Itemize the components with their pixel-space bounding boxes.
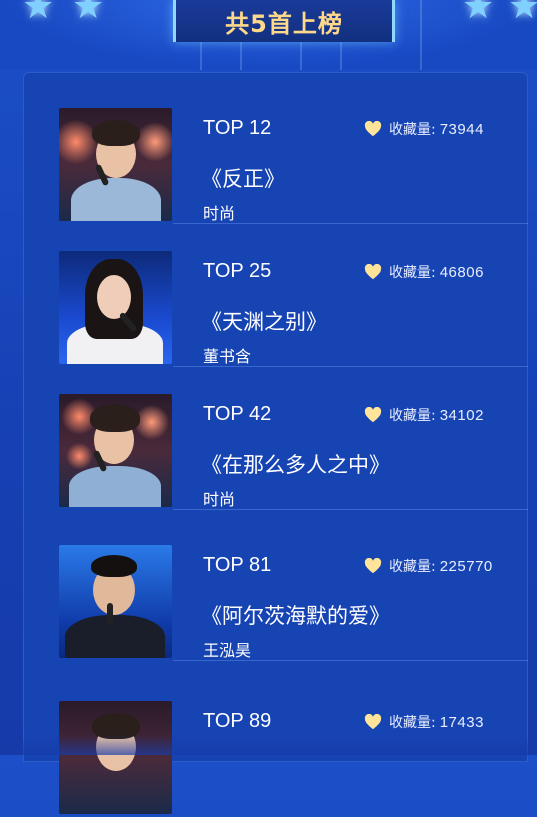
list-item[interactable]: TOP 25 收藏量: 46806 《天渊之别》 董书含 xyxy=(23,215,528,367)
favorites-count: 34102 xyxy=(439,406,484,424)
heart-icon xyxy=(364,121,382,137)
favorites-label: 收藏量: xyxy=(389,715,436,731)
favorites-count: 46806 xyxy=(439,263,484,281)
singer-photo xyxy=(59,545,172,658)
star-icon: ★ xyxy=(462,0,495,27)
singer-photo xyxy=(59,701,172,814)
heart-icon xyxy=(364,714,382,730)
favorites: 收藏量: 34102 xyxy=(364,405,484,425)
page-title: 共5首上榜 xyxy=(225,9,343,38)
rank-label: TOP 12 xyxy=(203,117,272,139)
singer-photo xyxy=(59,394,172,507)
song-title[interactable]: 《阿尔茨海默的爱》 xyxy=(201,600,390,630)
title-banner: 共5首上榜 xyxy=(173,0,395,42)
heart-icon xyxy=(364,558,382,574)
heart-icon xyxy=(364,407,382,423)
favorites-label: 收藏量: xyxy=(389,122,436,138)
bottom-fade xyxy=(0,735,537,755)
heart-icon xyxy=(364,264,382,280)
star-icon: ★ xyxy=(508,0,537,27)
song-title[interactable]: 《在那么多人之中》 xyxy=(201,449,390,479)
favorites-label: 收藏量: xyxy=(389,408,436,424)
ranking-list: TOP 12 收藏量: 73944 《反正》 时尚 TOP 25 收藏量: 46… xyxy=(23,72,528,814)
favorites-count: 17433 xyxy=(439,713,484,731)
header-background: ★ ★ ★ ★ 共5首上榜 xyxy=(0,0,537,70)
singer-name: 王泓昊 xyxy=(203,641,252,660)
song-title[interactable]: 《反正》 xyxy=(201,163,285,193)
rank-label: TOP 42 xyxy=(203,403,272,425)
list-item[interactable]: TOP 12 收藏量: 73944 《反正》 时尚 xyxy=(23,72,528,224)
singer-name: 时尚 xyxy=(203,490,236,509)
favorites: 收藏量: 225770 xyxy=(364,556,493,576)
divider xyxy=(173,660,528,661)
favorites: 收藏量: 73944 xyxy=(364,119,484,139)
favorites: 收藏量: 46806 xyxy=(364,262,484,282)
list-item[interactable]: TOP 42 收藏量: 34102 《在那么多人之中》 时尚 xyxy=(23,358,528,510)
favorites-label: 收藏量: xyxy=(389,265,436,281)
list-item[interactable]: TOP 81 收藏量: 225770 《阿尔茨海默的爱》 王泓昊 xyxy=(23,509,528,661)
favorites-count: 73944 xyxy=(439,120,484,138)
singer-photo xyxy=(59,108,172,221)
rank-label: TOP 89 xyxy=(203,710,272,732)
song-title[interactable]: 《天渊之别》 xyxy=(201,306,327,336)
singer-photo xyxy=(59,251,172,364)
light-ray xyxy=(420,0,422,70)
favorites-count: 225770 xyxy=(439,557,493,575)
rank-label: TOP 81 xyxy=(203,554,272,576)
star-icon: ★ xyxy=(22,0,55,27)
star-icon: ★ xyxy=(72,0,105,27)
rank-label: TOP 25 xyxy=(203,260,272,282)
favorites: 收藏量: 17433 xyxy=(364,712,484,732)
favorites-label: 收藏量: xyxy=(389,559,436,575)
